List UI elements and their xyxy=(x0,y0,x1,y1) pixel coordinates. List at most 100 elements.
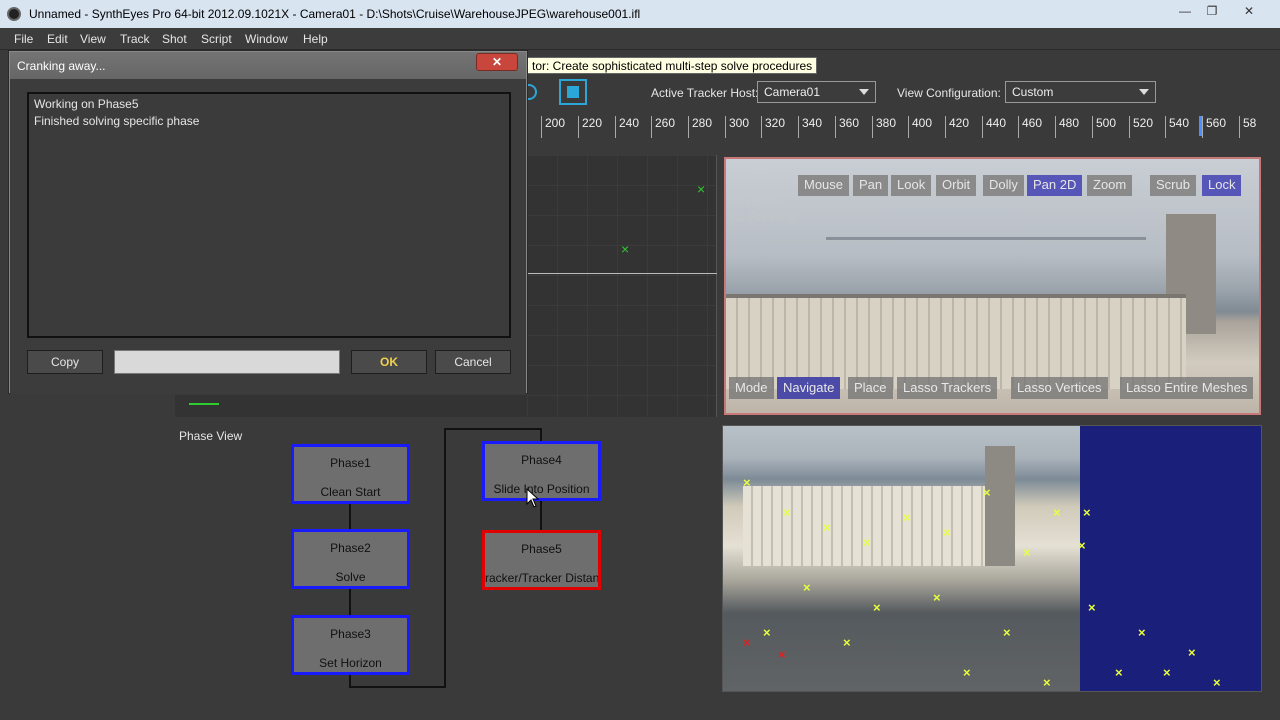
menu-file[interactable]: File xyxy=(14,32,33,46)
menu-shot[interactable]: Shot xyxy=(162,32,187,46)
tracker-marker[interactable]: × xyxy=(743,636,751,649)
lock-button[interactable]: Lock xyxy=(1202,175,1242,196)
tracker-marker[interactable]: × xyxy=(863,536,871,549)
tracker-marker[interactable]: × xyxy=(1023,546,1031,559)
phase-wire xyxy=(540,428,542,442)
menu-view[interactable]: View xyxy=(80,32,106,46)
perspective-viewport[interactable]: Perspective Camera01 Navigate 3D Panning… xyxy=(724,157,1261,415)
tracker-marker[interactable]: × xyxy=(943,526,951,539)
cancel-button[interactable]: Cancel xyxy=(435,350,511,374)
solver-log[interactable]: Working on Phase5 Finished solving speci… xyxy=(27,92,511,338)
phase-view[interactable]: Phase View Phase1 Clean Start Phase2 Sol… xyxy=(175,425,720,720)
minimize-button[interactable]: — xyxy=(1173,2,1197,20)
phase-name: Phase5 xyxy=(521,542,562,556)
pan-button[interactable]: Pan xyxy=(853,175,889,196)
tracker-marker[interactable]: × xyxy=(1083,506,1091,519)
phase-node-5[interactable]: Phase5 racker/Tracker Distanc xyxy=(482,530,601,590)
phase-wire xyxy=(444,428,446,688)
tracker-marker[interactable]: × xyxy=(1078,539,1086,552)
tracker-marker[interactable]: × xyxy=(903,511,911,524)
menu-script[interactable]: Script xyxy=(201,32,232,46)
ok-button[interactable]: OK xyxy=(351,350,427,374)
tracker-marker[interactable]: × xyxy=(1043,676,1051,689)
copy-button[interactable]: Copy xyxy=(27,350,103,374)
tracker-marker[interactable]: × xyxy=(873,601,881,614)
tracker-marker[interactable]: × xyxy=(778,648,786,661)
tracker-marker[interactable]: × xyxy=(843,636,851,649)
tracker-marker[interactable]: × xyxy=(1188,646,1196,659)
menu-edit[interactable]: Edit xyxy=(47,32,68,46)
ruler-tick: 540 xyxy=(1165,116,1189,138)
menu-help[interactable]: Help xyxy=(303,32,328,46)
axis-icon xyxy=(189,403,219,405)
tracker-marker[interactable]: × xyxy=(1163,666,1171,679)
look-button[interactable]: Look xyxy=(891,175,932,196)
phase-wire xyxy=(349,503,351,531)
phase-name: Phase3 xyxy=(330,627,371,641)
tracker-marker[interactable]: × xyxy=(963,666,971,679)
dolly-button[interactable]: Dolly xyxy=(983,175,1024,196)
tooltip: tor: Create sophisticated multi-step sol… xyxy=(527,57,818,74)
phase-wire xyxy=(349,686,445,688)
navigate-button[interactable]: Navigate xyxy=(777,377,841,399)
current-frame-marker[interactable] xyxy=(1199,116,1202,136)
scrub-button[interactable]: Scrub xyxy=(1150,175,1196,196)
graph-viewport[interactable]: × × xyxy=(527,155,717,417)
tracker-marker[interactable]: × xyxy=(1053,506,1061,519)
pan2d-button[interactable]: Pan 2D xyxy=(1027,175,1083,196)
ruler-tick: 560 xyxy=(1202,116,1226,138)
phase-node-1[interactable]: Phase1 Clean Start xyxy=(291,444,410,504)
fit-view-icon[interactable] xyxy=(559,79,587,105)
place-button[interactable]: Place xyxy=(848,377,893,399)
ruler-tick: 460 xyxy=(1018,116,1042,138)
zoom-button[interactable]: Zoom xyxy=(1087,175,1133,196)
tracker-marker[interactable]: × xyxy=(697,181,705,197)
menu-window[interactable]: Window xyxy=(245,32,288,46)
viewport-strip xyxy=(175,395,527,417)
tracker-marker[interactable]: × xyxy=(1088,601,1096,614)
orbit-button[interactable]: Orbit xyxy=(936,175,977,196)
mouse-button[interactable]: Mouse xyxy=(798,175,850,196)
camera-viewport[interactable]: × × × × × × × × × × × × × × × × × × × × … xyxy=(722,425,1262,692)
log-line: Finished solving specific phase xyxy=(34,114,200,128)
ruler-tick: 520 xyxy=(1129,116,1153,138)
phase-node-3[interactable]: Phase3 Set Horizon xyxy=(291,615,410,675)
dialog-title: Cranking away... xyxy=(17,59,106,73)
tracker-marker[interactable]: × xyxy=(743,476,751,489)
ruler-tick: 500 xyxy=(1092,116,1116,138)
maximize-button[interactable]: ❐ xyxy=(1200,2,1224,20)
dialog-body: Working on Phase5 Finished solving speci… xyxy=(10,79,526,394)
menu-track[interactable]: Track xyxy=(120,32,150,46)
tracker-marker[interactable]: × xyxy=(1213,676,1221,689)
dialog-close-button[interactable]: ✕ xyxy=(476,53,518,71)
tracker-marker[interactable]: × xyxy=(621,241,629,257)
tracker-marker[interactable]: × xyxy=(803,581,811,594)
ruler-tick: 340 xyxy=(798,116,822,138)
dialog-title-bar[interactable]: Cranking away... ✕ xyxy=(10,52,526,79)
tracker-marker[interactable]: × xyxy=(763,626,771,639)
tracker-marker[interactable]: × xyxy=(1115,666,1123,679)
time-ruler[interactable]: 200 220 240 260 280 300 320 340 360 380 … xyxy=(527,110,1263,138)
phase-desc: Slide Into Position xyxy=(493,482,590,496)
progress-bar xyxy=(114,350,340,374)
lasso-vertices-button[interactable]: Lasso Vertices xyxy=(1011,377,1108,399)
bridge xyxy=(826,237,1146,240)
tracker-marker[interactable]: × xyxy=(823,521,831,534)
view-config-select[interactable]: Custom xyxy=(1005,81,1156,103)
tracker-marker[interactable]: × xyxy=(783,506,791,519)
chevron-down-icon xyxy=(1139,89,1149,95)
ruler-tick: 440 xyxy=(982,116,1006,138)
close-window-button[interactable]: ✕ xyxy=(1237,2,1261,20)
tracker-marker[interactable]: × xyxy=(1138,626,1146,639)
tracker-marker[interactable]: × xyxy=(983,486,991,499)
phase-node-2[interactable]: Phase2 Solve xyxy=(291,529,410,589)
tracker-host-select[interactable]: Camera01 xyxy=(757,81,876,103)
phase-name: Phase4 xyxy=(521,453,562,467)
log-line: Working on Phase5 xyxy=(34,97,139,111)
horizon-line xyxy=(527,273,717,274)
lasso-meshes-button[interactable]: Lasso Entire Meshes xyxy=(1120,377,1254,399)
phase-node-4[interactable]: Phase4 Slide Into Position xyxy=(482,441,601,501)
tracker-marker[interactable]: × xyxy=(1003,626,1011,639)
lasso-trackers-button[interactable]: Lasso Trackers xyxy=(897,377,998,399)
tracker-marker[interactable]: × xyxy=(933,591,941,604)
